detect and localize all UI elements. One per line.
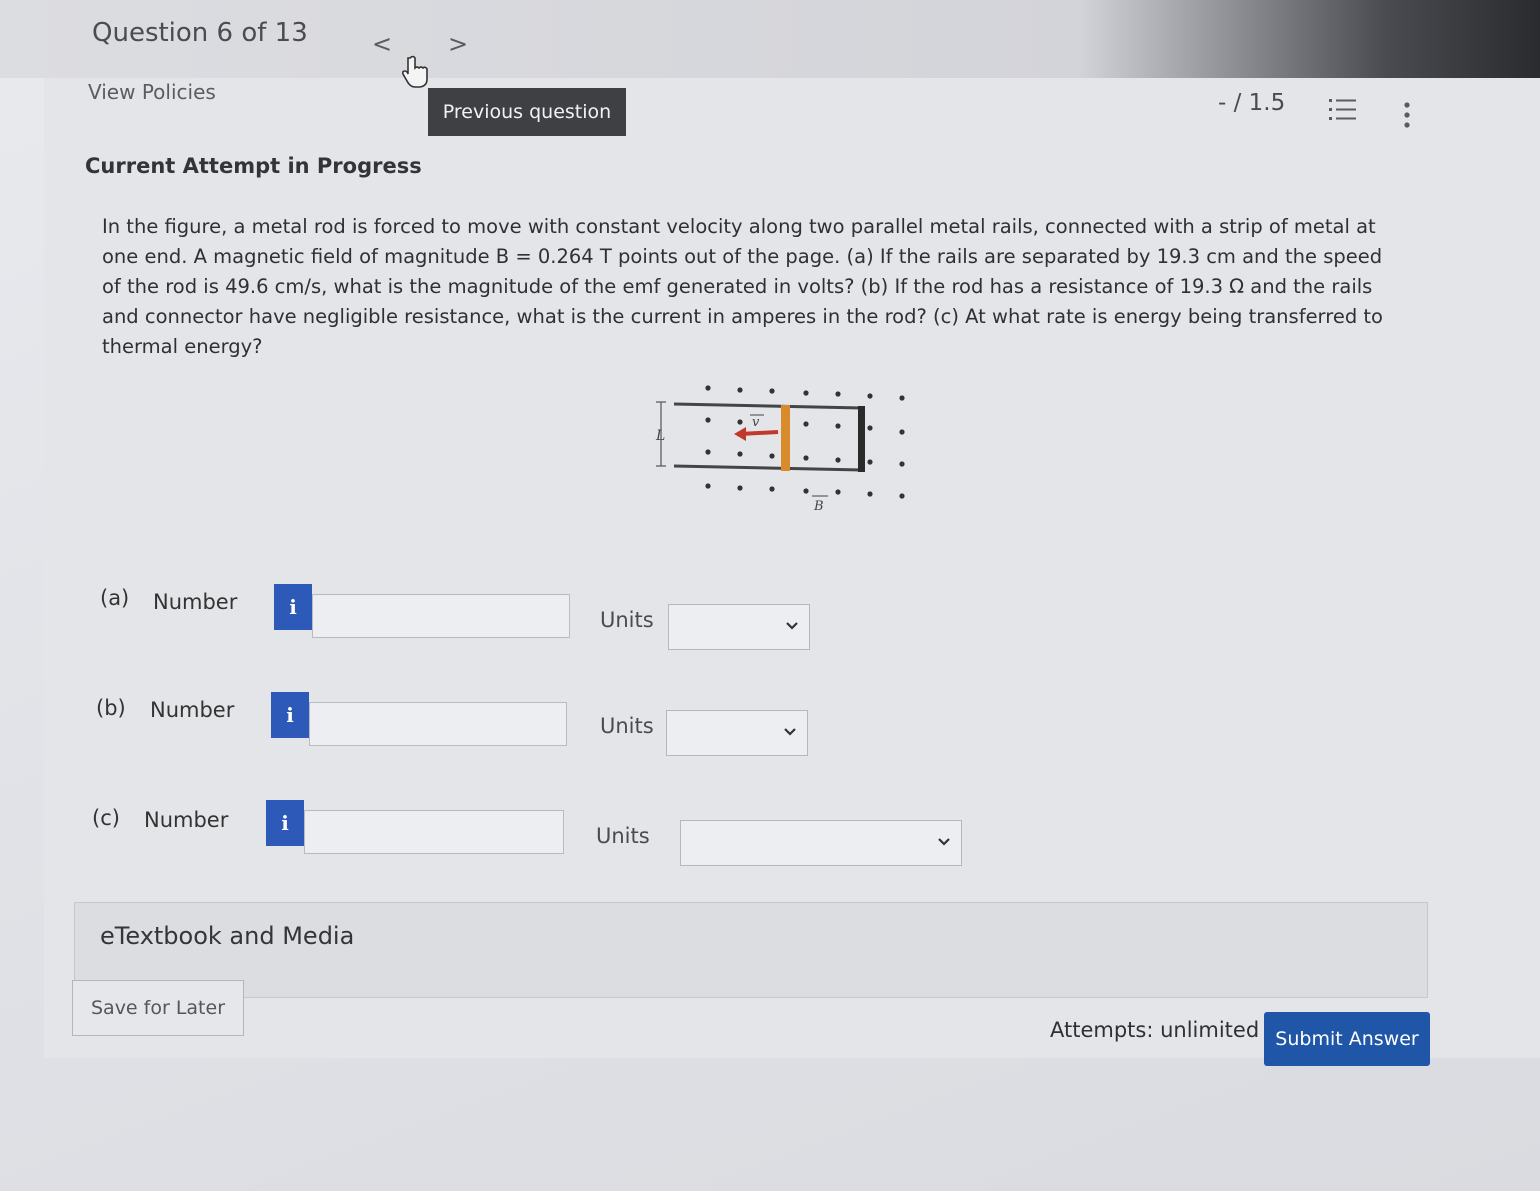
next-question-arrow[interactable]: > (448, 30, 468, 58)
figure-label-v: v (752, 415, 760, 430)
part-c-number-label: Number (144, 808, 229, 832)
part-a-units-select[interactable] (668, 604, 810, 650)
part-c-number-input[interactable] (304, 810, 564, 854)
question-list-icon[interactable] (1328, 96, 1358, 124)
part-c-info-button[interactable]: i (266, 800, 304, 846)
chevron-down-icon (938, 838, 950, 846)
part-b-units-label: Units (600, 714, 654, 738)
rod-rails-figure: L v B (655, 385, 905, 514)
hand-cursor-icon (401, 55, 428, 88)
etextbook-media-link[interactable]: eTextbook and Media (100, 922, 354, 950)
part-a-number-label: Number (153, 590, 238, 614)
part-b-number-label: Number (150, 698, 235, 722)
part-b-info-button[interactable]: i (271, 692, 309, 738)
chevron-down-icon (784, 728, 796, 736)
previous-question-tooltip: Previous question (428, 88, 626, 136)
part-b-number-input[interactable] (309, 702, 567, 746)
part-a-label: (a) (100, 586, 130, 610)
attempt-heading: Current Attempt in Progress (85, 154, 422, 178)
etextbook-section (74, 902, 1428, 998)
previous-question-arrow[interactable]: < (372, 30, 392, 58)
part-a-number-input[interactable] (312, 594, 570, 638)
more-options-icon[interactable] (1400, 100, 1414, 130)
save-for-later-button[interactable]: Save for Later (72, 980, 244, 1036)
part-b-label: (b) (96, 696, 126, 720)
problem-statement: In the figure, a metal rod is forced to … (102, 215, 1383, 358)
part-c-units-label: Units (596, 824, 650, 848)
submit-answer-button[interactable]: Submit Answer (1264, 1012, 1430, 1066)
attempts-status: Attempts: unlimited (1050, 1018, 1260, 1042)
part-b-units-select[interactable] (666, 710, 808, 756)
figure-label-L: L (655, 428, 665, 444)
view-policies-link[interactable]: View Policies (88, 80, 216, 104)
part-c-label: (c) (92, 806, 120, 830)
score-display: - / 1.5 (1218, 90, 1286, 116)
chevron-down-icon (786, 622, 798, 630)
question-title: Question 6 of 13 (92, 18, 308, 48)
figure-label-B: B (813, 499, 824, 514)
part-a-info-button[interactable]: i (274, 584, 312, 630)
part-a-units-label: Units (600, 608, 654, 632)
part-c-units-select[interactable] (680, 820, 962, 866)
